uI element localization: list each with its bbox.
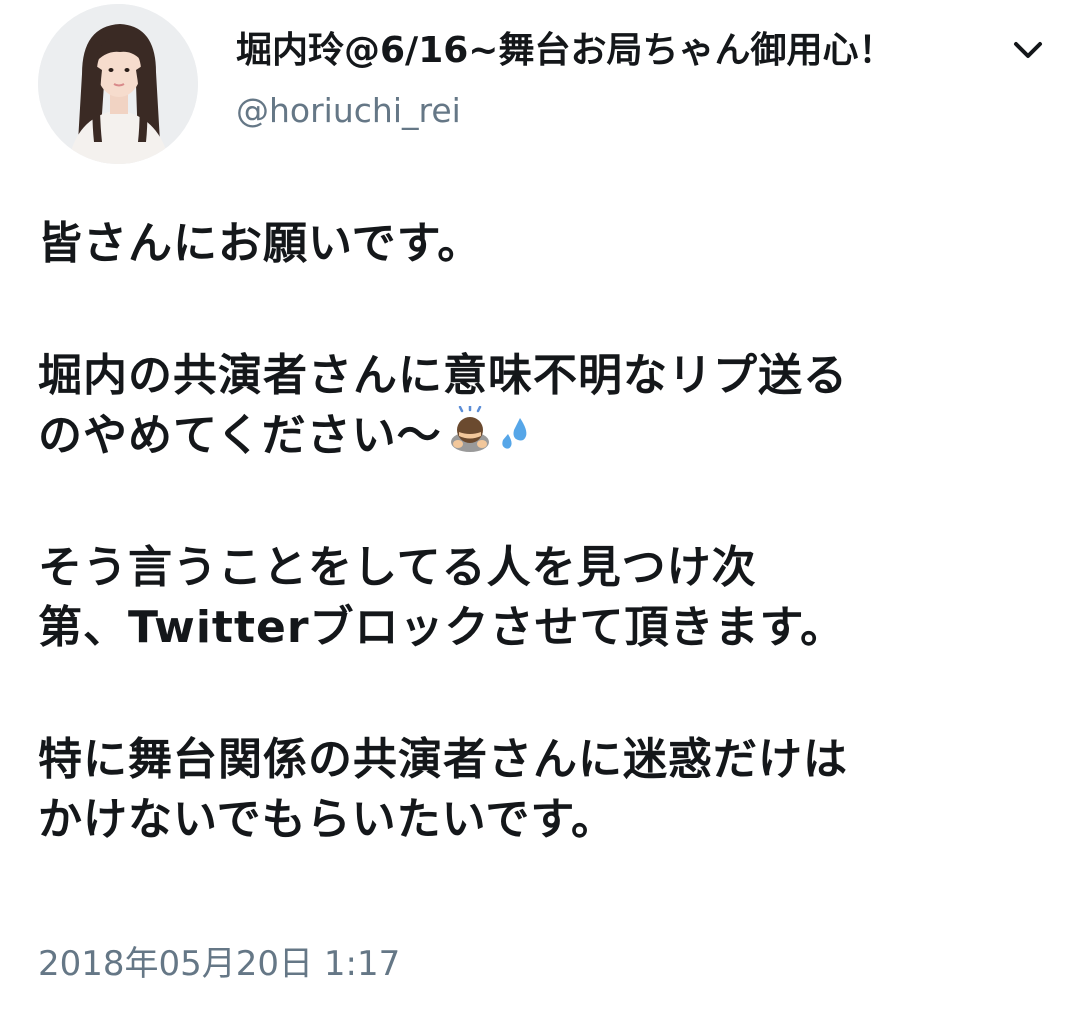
user-handle[interactable]: @horiuchi_rei bbox=[236, 90, 461, 132]
avatar[interactable] bbox=[38, 4, 198, 164]
chevron-down-icon[interactable] bbox=[1008, 30, 1048, 70]
tweet-text-line: 特に舞台関係の共演者さんに迷惑だけは bbox=[38, 734, 848, 785]
sweat-droplets-icon bbox=[498, 408, 534, 468]
tweet-timestamp[interactable]: 2018年05月20日 1:17 bbox=[38, 942, 400, 986]
tweet-text: 皆さんにお願いです。 堀内の共演者さんに意味不明なリプ送る のやめてください〜 bbox=[38, 214, 1068, 850]
tweet-text-line: そう言うことをしてる人を見つけ次 bbox=[38, 542, 757, 593]
tweet-text-line: 皆さんにお願いです。 bbox=[38, 218, 483, 269]
tweet-text-line: 堀内の共演者さんに意味不明なリプ送る bbox=[38, 350, 848, 401]
tweet-text-line: かけないでもらいたいです。 bbox=[38, 794, 616, 845]
tweet-text-line: 第、Twitterブロックさせて頂きます。 bbox=[38, 602, 846, 653]
tweet-text-segment: のやめてください〜 bbox=[38, 410, 442, 461]
avatar-image bbox=[38, 4, 198, 164]
tweet-text-line: のやめてください〜 bbox=[38, 404, 1068, 468]
person-bowing-icon bbox=[446, 404, 494, 470]
display-name[interactable]: 堀内玲@6/16~舞台お局ちゃん御用心！ bbox=[236, 28, 894, 74]
